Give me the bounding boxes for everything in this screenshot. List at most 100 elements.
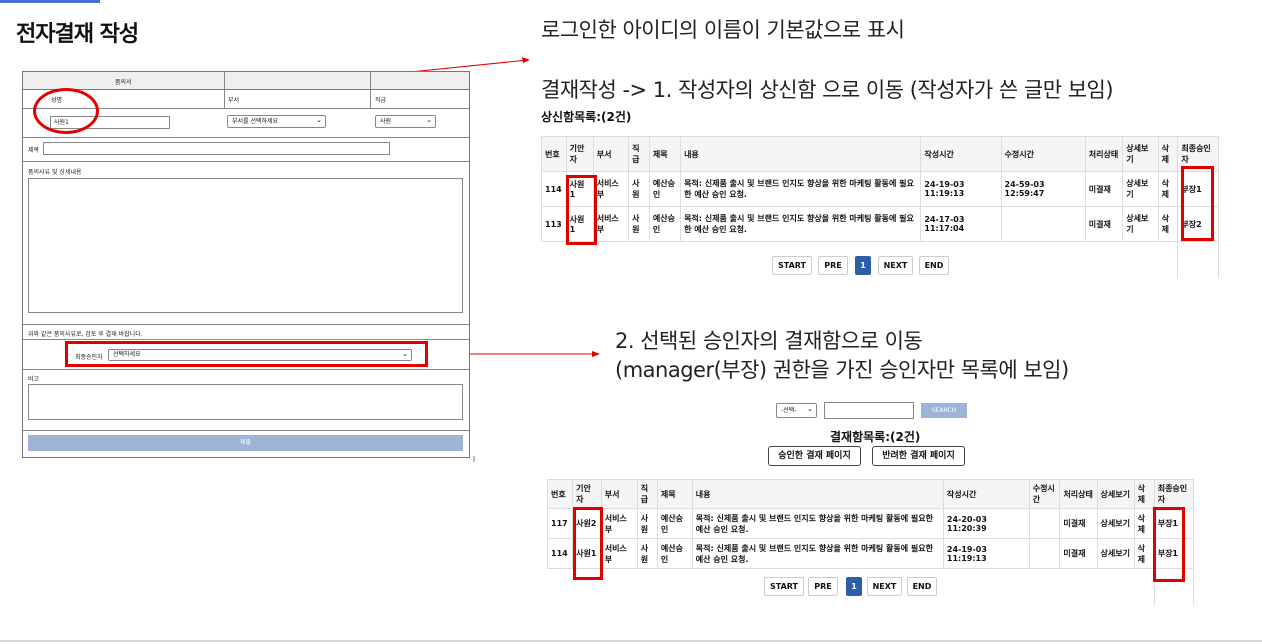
rank-select[interactable]: 사원 (375, 115, 436, 128)
col-header: 부서 (592, 136, 630, 172)
cell-rank: 사원 (636, 538, 658, 569)
search-input[interactable] (824, 402, 914, 419)
highlight-inbox-writer (573, 507, 603, 580)
form-header-bar (23, 72, 469, 90)
cell-modified (1028, 538, 1061, 569)
col-header: 최종승인자 (1153, 479, 1195, 509)
col-header: 번호 (541, 136, 567, 172)
detail-link[interactable]: 상세보기 (1122, 171, 1159, 207)
sent-table-header: 번호 기안자 부서 직급 제목 내용 작성시간 수정시간 처리상태 상세보기 삭… (541, 136, 1219, 172)
rejected-page-button[interactable]: 반려한 결재 페이지 (872, 446, 965, 466)
detail-link[interactable]: 상세보기 (1096, 508, 1135, 539)
delete-link[interactable]: 삭제 (1133, 538, 1155, 569)
search-button[interactable]: SEARCH (921, 403, 967, 418)
col-header: 수정시간 (1000, 136, 1086, 172)
highlight-approver-box (65, 341, 428, 367)
detail-link[interactable]: 상세보기 (1122, 206, 1159, 242)
highlight-inbox-approver (1153, 507, 1185, 582)
highlight-sent-approver (1181, 166, 1214, 241)
col-header: 작성시간 (920, 136, 1002, 172)
subject-input[interactable] (43, 142, 390, 155)
cell-dept: 서비스부 (600, 508, 638, 539)
col-header: 상세보기 (1122, 136, 1159, 172)
cell-created: 24-19-03 11:19:13 (920, 171, 1002, 207)
cell-status: 미결재 (1059, 508, 1098, 539)
cell-created: 24-17-03 11:17:04 (920, 206, 1002, 242)
cell-subject[interactable]: 예산승인 (656, 508, 693, 539)
delete-link[interactable]: 삭제 (1157, 206, 1179, 242)
cell-modified (1028, 508, 1061, 539)
pager-prev[interactable]: PRE (818, 256, 848, 275)
pager-end[interactable]: END (907, 577, 937, 596)
inbox-list-title: 결재함목록:(2건) (830, 430, 921, 444)
pager-next[interactable]: NEXT (878, 256, 913, 275)
table-row[interactable]: 117 사원2 서비스부 사원 예산승인 목적: 신제품 출시 및 브랜드 인지… (546, 508, 1195, 539)
detail-link[interactable]: 상세보기 (1096, 538, 1135, 569)
cell-no: 117 (546, 508, 574, 539)
cell-status: 미결재 (1059, 538, 1098, 569)
delete-link[interactable]: 삭제 (1157, 171, 1179, 207)
col-header: 부서 (600, 479, 638, 509)
col-header: 제목 (656, 479, 693, 509)
cell-status: 미결재 (1084, 206, 1124, 242)
reason-textarea[interactable] (28, 178, 463, 313)
cell-created: 24-19-03 11:19:13 (942, 538, 1030, 569)
col-header: 기안자 (565, 136, 594, 172)
search-type-select[interactable]: -선택- (776, 403, 817, 418)
pager-start[interactable]: START (764, 577, 804, 596)
table-row[interactable]: 114 사원1 서비스부 사원 예산승인 목적: 신제품 출시 및 브랜드 인지… (546, 538, 1195, 569)
form-header-title: 품의서 (115, 79, 132, 86)
cell-dept: 서비스부 (592, 171, 630, 207)
cell-rank: 사원 (628, 206, 650, 242)
pager-page-1[interactable]: 1 (846, 577, 862, 596)
col-header: 삭제 (1133, 479, 1155, 509)
approved-page-button[interactable]: 승인한 결재 페이지 (768, 446, 861, 466)
col-header: 직급 (628, 136, 650, 172)
col-header: 제목 (648, 136, 682, 172)
cell-no: 113 (541, 206, 567, 242)
cell-content: 목적: 신제품 출시 및 브랜드 인지도 향상을 위한 마케팅 활동에 필요한 … (680, 171, 922, 207)
cell-dept: 서비스부 (592, 206, 630, 242)
col-header: 내용 (680, 136, 922, 172)
cell-rank: 사원 (628, 171, 650, 207)
cell-rank: 사원 (636, 508, 658, 539)
pager-next[interactable]: NEXT (867, 577, 902, 596)
pager-end[interactable]: END (919, 256, 949, 275)
col-header: 상세보기 (1096, 479, 1135, 509)
subject-label: 제목 (28, 147, 40, 154)
col-header: 내용 (691, 479, 944, 509)
cell-modified (1000, 206, 1086, 242)
table-row[interactable]: 114 사원1 서비스부 사원 예산승인 목적: 신제품 출시 및 브랜드 인지… (541, 171, 1219, 207)
col-header: 번호 (546, 479, 574, 509)
cell-content: 목적: 신제품 출시 및 브랜드 인지도 향상을 위한 마케팅 활동에 필요한 … (691, 508, 944, 539)
table-row[interactable]: 113 사원1 서비스부 사원 예산승인 목적: 신제품 출시 및 브랜드 인지… (541, 206, 1219, 242)
cell-dept: 서비스부 (600, 538, 638, 569)
submit-button[interactable]: 제출 (28, 435, 463, 451)
reason-label: 품의사유 및 상세내용 (28, 169, 82, 176)
pager-prev[interactable]: PRE (808, 577, 838, 596)
cell-subject[interactable]: 예산승인 (648, 206, 682, 242)
highlight-sent-writer (566, 175, 597, 245)
pager-start[interactable]: START (772, 256, 812, 275)
cell-subject[interactable]: 예산승인 (656, 538, 693, 569)
pager-page-1[interactable]: 1 (855, 256, 871, 275)
delete-link[interactable]: 삭제 (1133, 508, 1155, 539)
highlight-name-circle (33, 88, 99, 134)
dept-select[interactable]: 부서를 선택하세요 (227, 115, 326, 128)
cell-content: 목적: 신제품 출시 및 브랜드 인지도 향상을 위한 마케팅 활동에 필요한 … (691, 538, 944, 569)
cell-subject[interactable]: 예산승인 (648, 171, 682, 207)
cell-status: 미결재 (1084, 171, 1124, 207)
cell-no: 114 (546, 538, 574, 569)
form-notice: 위와 같은 품의사유로, 검토 후 결재 바랍니다. (28, 331, 143, 338)
col-header: 작성시간 (942, 479, 1030, 509)
col-header: 삭제 (1157, 136, 1179, 172)
rank-label: 직급 (375, 97, 387, 104)
inbox-table-header: 번호 기안자 부서 직급 제목 내용 작성시간 수정시간 처리상태 상세보기 삭… (546, 479, 1195, 509)
sent-list-title: 상신함목록:(2건) (541, 110, 632, 124)
approval-form: 품의서 성명 부서 직급 사원1 부서를 선택하세요 사원 제목 품의사유 및 … (22, 71, 470, 458)
bottom-divider (0, 640, 1262, 642)
dept-label: 부서 (228, 97, 240, 104)
cell-no: 114 (541, 171, 567, 207)
memo-textarea[interactable] (28, 384, 463, 420)
col-header: 처리상태 (1084, 136, 1124, 172)
